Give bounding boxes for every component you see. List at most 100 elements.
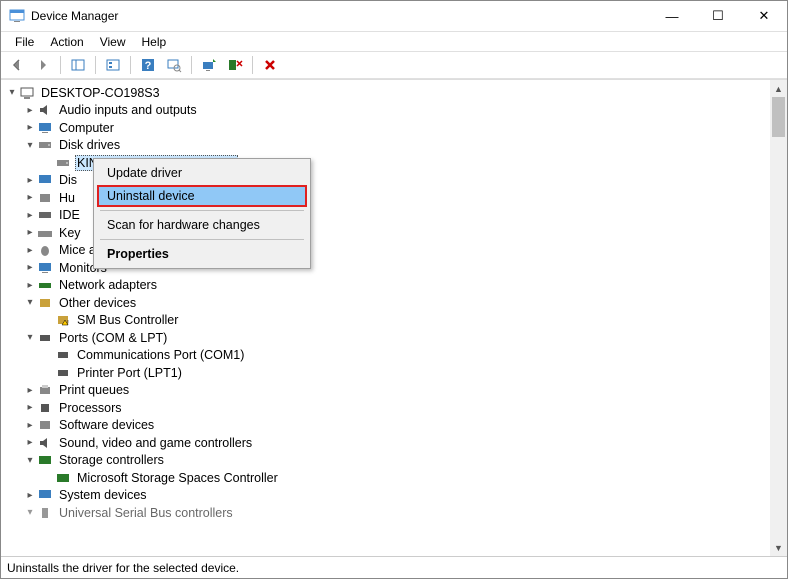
titlebar: Device Manager — ☐ ✕ <box>1 1 787 31</box>
tree-item-sound-video-game[interactable]: ▸ Sound, video and game controllers <box>1 434 770 452</box>
warning-device-icon: ! <box>55 312 71 328</box>
printer-icon <box>37 382 53 398</box>
context-menu: Update driver Uninstall device Scan for … <box>93 158 311 269</box>
chevron-right-icon[interactable]: ▸ <box>23 402 37 413</box>
chevron-down-icon[interactable]: ▾ <box>23 140 37 151</box>
svg-text:?: ? <box>145 60 152 72</box>
scroll-down-icon[interactable]: ▼ <box>770 539 787 556</box>
close-button[interactable]: ✕ <box>741 1 787 31</box>
ctx-uninstall-device[interactable]: Uninstall device <box>97 185 307 207</box>
chevron-right-icon[interactable]: ▸ <box>23 420 37 431</box>
keyboard-icon <box>37 225 53 241</box>
tree-item-com-port[interactable]: Communications Port (COM1) <box>1 347 770 365</box>
scrollbar-track[interactable] <box>770 97 787 539</box>
tree-item-computer[interactable]: ▸ Computer <box>1 119 770 137</box>
uninstall-device-button[interactable] <box>223 54 247 76</box>
properties-button[interactable] <box>101 54 125 76</box>
storage-icon <box>55 470 71 486</box>
computer-icon <box>19 85 35 101</box>
svg-text:!: ! <box>67 321 69 327</box>
port-icon <box>55 347 71 363</box>
chevron-down-icon[interactable]: ▾ <box>23 297 37 308</box>
tree-item-other-devices[interactable]: ▾ Other devices <box>1 294 770 312</box>
tree-item-ports[interactable]: ▾ Ports (COM & LPT) <box>1 329 770 347</box>
ctx-scan-hardware[interactable]: Scan for hardware changes <box>97 214 307 236</box>
tree-item-print-queues[interactable]: ▸ Print queues <box>1 382 770 400</box>
chevron-right-icon[interactable]: ▸ <box>23 245 37 256</box>
other-device-icon <box>37 295 53 311</box>
scrollbar-thumb[interactable] <box>772 97 785 137</box>
tree-item-software-devices[interactable]: ▸ Software devices <box>1 417 770 435</box>
disk-icon <box>55 155 71 171</box>
help-button[interactable]: ? <box>136 54 160 76</box>
chevron-right-icon[interactable]: ▸ <box>23 262 37 273</box>
window-title: Device Manager <box>31 9 649 23</box>
show-hide-console-button[interactable] <box>66 54 90 76</box>
back-button[interactable] <box>5 54 29 76</box>
ide-icon <box>37 207 53 223</box>
port-icon <box>37 330 53 346</box>
tree-item-network[interactable]: ▸ Network adapters <box>1 277 770 295</box>
chevron-right-icon[interactable]: ▸ <box>23 490 37 501</box>
ctx-properties[interactable]: Properties <box>97 243 307 265</box>
chevron-right-icon[interactable]: ▸ <box>23 227 37 238</box>
chevron-down-icon[interactable]: ▾ <box>23 455 37 466</box>
statusbar-text: Uninstalls the driver for the selected d… <box>7 561 239 575</box>
speaker-icon <box>37 435 53 451</box>
tree-item-usb-controllers[interactable]: ▾ Universal Serial Bus controllers <box>1 504 770 522</box>
vertical-scrollbar[interactable]: ▲ ▼ <box>770 80 787 556</box>
ctx-separator <box>100 239 304 240</box>
menu-help[interactable]: Help <box>134 33 175 51</box>
disk-icon <box>37 137 53 153</box>
scroll-up-icon[interactable]: ▲ <box>770 80 787 97</box>
app-icon <box>9 8 25 24</box>
ctx-update-driver[interactable]: Update driver <box>97 162 307 184</box>
update-driver-button[interactable] <box>197 54 221 76</box>
menu-file[interactable]: File <box>7 33 42 51</box>
tree-item-printer-port[interactable]: Printer Port (LPT1) <box>1 364 770 382</box>
monitor-icon <box>37 120 53 136</box>
chevron-down-icon[interactable]: ▾ <box>23 332 37 343</box>
storage-icon <box>37 452 53 468</box>
ctx-separator <box>100 210 304 211</box>
chevron-right-icon[interactable]: ▸ <box>23 437 37 448</box>
toolbar: ? <box>1 51 787 79</box>
device-tree[interactable]: ▾ DESKTOP-CO198S3 ▸ Audio inputs and out… <box>1 80 770 556</box>
chevron-down-icon[interactable]: ▾ <box>23 507 37 518</box>
tree-item-audio[interactable]: ▸ Audio inputs and outputs <box>1 102 770 120</box>
chevron-right-icon[interactable]: ▸ <box>23 122 37 133</box>
port-icon <box>55 365 71 381</box>
menubar: File Action View Help <box>1 31 787 51</box>
forward-button[interactable] <box>31 54 55 76</box>
chevron-right-icon[interactable]: ▸ <box>23 280 37 291</box>
network-icon <box>37 277 53 293</box>
mouse-icon <box>37 242 53 258</box>
disable-device-button[interactable] <box>258 54 282 76</box>
system-icon <box>37 487 53 503</box>
scan-hardware-button[interactable] <box>162 54 186 76</box>
chevron-right-icon[interactable]: ▸ <box>23 210 37 221</box>
chevron-right-icon[interactable]: ▸ <box>23 192 37 203</box>
tree-item-processors[interactable]: ▸ Processors <box>1 399 770 417</box>
menu-action[interactable]: Action <box>42 33 91 51</box>
tree-item-sm-bus-controller[interactable]: ! SM Bus Controller <box>1 312 770 330</box>
display-icon <box>37 172 53 188</box>
cpu-icon <box>37 400 53 416</box>
chevron-right-icon[interactable]: ▸ <box>23 105 37 116</box>
chevron-right-icon[interactable]: ▸ <box>23 175 37 186</box>
monitor-icon <box>37 260 53 276</box>
minimize-button[interactable]: — <box>649 1 695 31</box>
chevron-right-icon[interactable]: ▸ <box>23 385 37 396</box>
tree-root[interactable]: ▾ DESKTOP-CO198S3 <box>1 84 770 102</box>
statusbar: Uninstalls the driver for the selected d… <box>1 556 787 578</box>
usb-icon <box>37 505 53 521</box>
speaker-icon <box>37 102 53 118</box>
menu-view[interactable]: View <box>92 33 134 51</box>
maximize-button[interactable]: ☐ <box>695 1 741 31</box>
tree-item-ms-storage-spaces[interactable]: Microsoft Storage Spaces Controller <box>1 469 770 487</box>
chevron-down-icon[interactable]: ▾ <box>5 87 19 98</box>
tree-item-system-devices[interactable]: ▸ System devices <box>1 487 770 505</box>
tree-item-disk-drives[interactable]: ▾ Disk drives <box>1 137 770 155</box>
hid-icon <box>37 190 53 206</box>
tree-item-storage-controllers[interactable]: ▾ Storage controllers <box>1 452 770 470</box>
